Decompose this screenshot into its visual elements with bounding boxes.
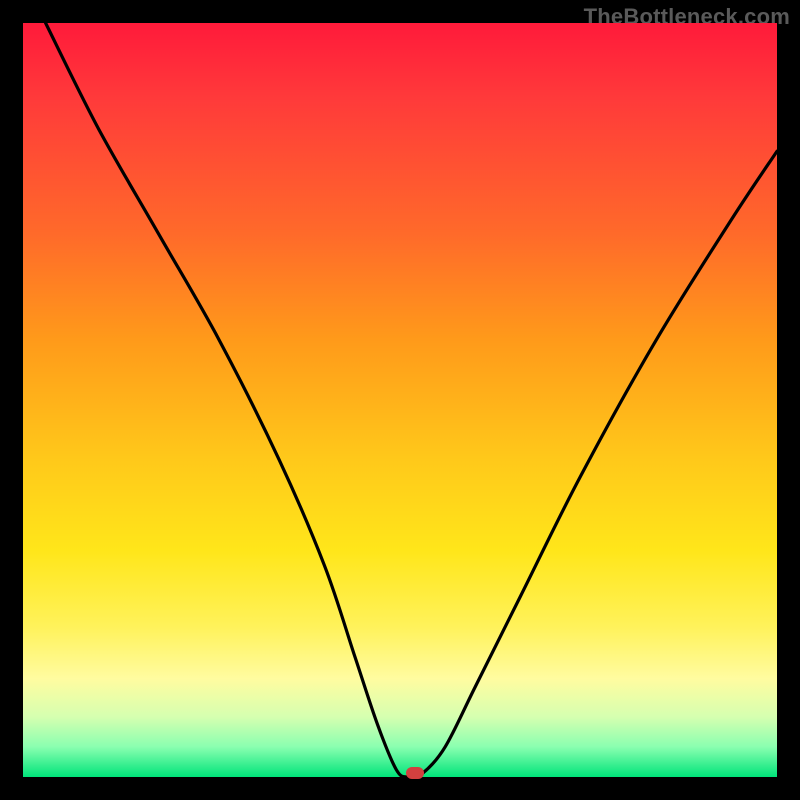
- plot-area: [23, 23, 777, 777]
- curve-path: [46, 23, 777, 777]
- chart-frame: TheBottleneck.com: [0, 0, 800, 800]
- bottleneck-curve: [23, 23, 777, 777]
- optimal-point-marker: [406, 767, 424, 779]
